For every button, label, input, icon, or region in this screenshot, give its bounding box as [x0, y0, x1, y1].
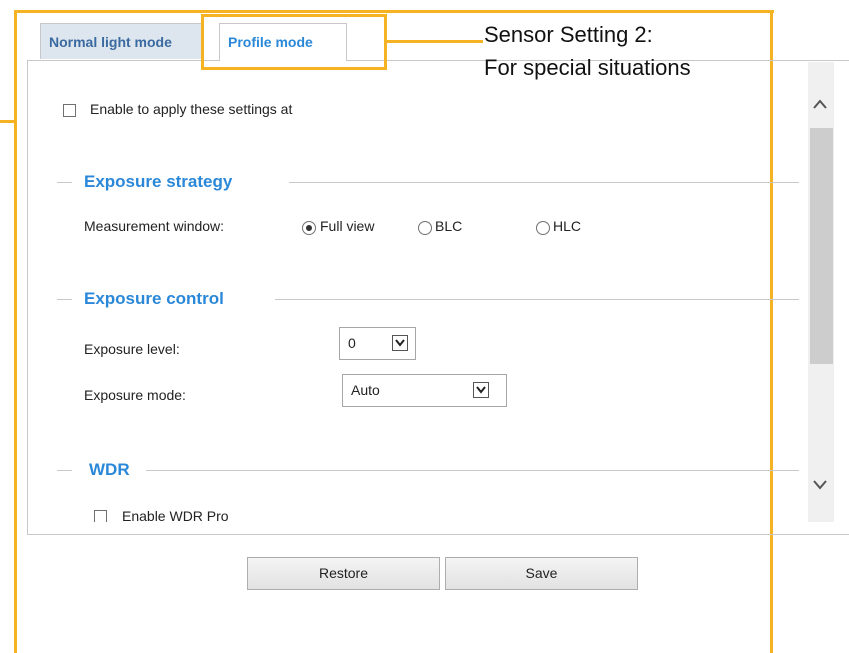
exposure-level-select[interactable]: 0	[339, 327, 416, 360]
radio-hlc[interactable]	[536, 221, 550, 235]
measurement-window-label: Measurement window:	[84, 218, 225, 234]
exposure-mode-value: Auto	[351, 382, 380, 398]
radio-blc-label: BLC	[435, 218, 463, 234]
radio-full-view-label: Full view	[320, 218, 375, 234]
annotation-frame-left	[14, 10, 17, 653]
tab-normal-light-mode[interactable]: Normal light mode	[40, 23, 203, 59]
exposure-level-label: Exposure level:	[84, 341, 180, 357]
exposure-level-value: 0	[348, 335, 356, 351]
restore-button[interactable]: Restore	[247, 557, 440, 590]
exposure-strategy-title: Exposure strategy	[84, 172, 233, 191]
section-divider	[57, 182, 72, 183]
chevron-up-icon[interactable]	[812, 97, 828, 115]
annotation-frame-top	[14, 10, 774, 13]
exposure-control-title: Exposure control	[84, 289, 224, 308]
enable-wdr-checkbox[interactable]	[94, 510, 107, 522]
scrollbar-thumb[interactable]	[810, 128, 833, 364]
radio-full-view[interactable]	[302, 221, 316, 235]
annotation-subtitle: For special situations	[484, 55, 691, 80]
radio-blc[interactable]	[418, 221, 432, 235]
section-divider	[57, 299, 72, 300]
section-divider	[57, 470, 72, 471]
dropdown-arrow-icon	[473, 382, 489, 398]
annotation-connector-line	[387, 40, 483, 43]
annotation-title: Sensor Setting 2:	[484, 22, 653, 47]
section-divider	[275, 299, 799, 300]
enable-wdr-label: Enable WDR Pro	[122, 508, 229, 522]
save-button[interactable]: Save	[445, 557, 638, 590]
section-divider	[289, 182, 799, 183]
profile-tab-highlight	[201, 14, 387, 70]
wdr-title: WDR	[89, 460, 130, 479]
radio-hlc-label: HLC	[553, 218, 582, 234]
annotation-pointer-stub	[0, 120, 15, 123]
exposure-mode-select[interactable]: Auto	[342, 374, 507, 407]
wdr-clip: Enable WDR Pro	[80, 500, 780, 522]
chevron-down-icon[interactable]	[812, 478, 828, 496]
section-divider	[146, 470, 799, 471]
dropdown-arrow-icon	[392, 335, 408, 351]
enable-apply-checkbox[interactable]	[63, 104, 76, 117]
enable-apply-label: Enable to apply these settings at	[90, 101, 293, 117]
exposure-mode-label: Exposure mode:	[84, 387, 186, 403]
